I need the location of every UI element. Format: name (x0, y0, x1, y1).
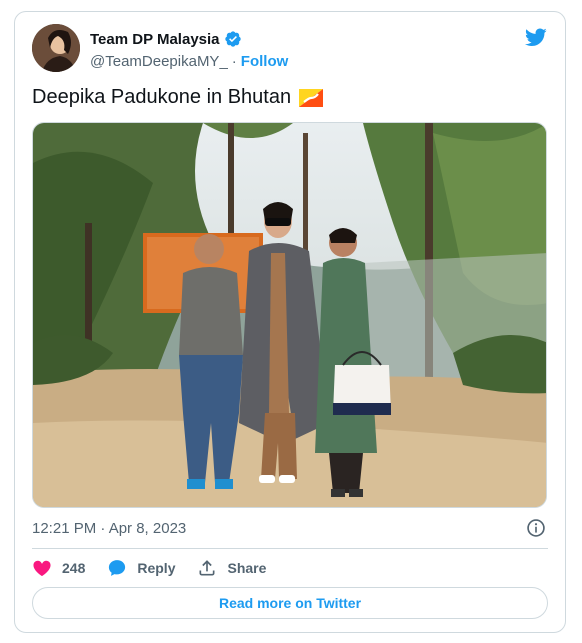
share-label: Share (227, 560, 267, 576)
tweet-timestamp[interactable]: 12:21 PM · Apr 8, 2023 (32, 520, 186, 537)
reply-bubble-icon (109, 560, 126, 576)
tweet-body: Deepika Padukone in Bhutan (32, 86, 292, 108)
bhutan-flag-icon (299, 88, 324, 107)
share-icon (199, 560, 215, 576)
follow-button[interactable]: Follow (241, 53, 289, 70)
tweet-photo[interactable] (32, 122, 547, 508)
divider (32, 548, 548, 549)
author-name[interactable]: Team DP Malaysia (90, 31, 220, 48)
tweet-header: Team DP Malaysia @TeamDeepikaMY_ · Follo… (32, 24, 548, 74)
share-button[interactable]: Share (197, 558, 266, 578)
tweet-meta: 12:21 PM · Apr 8, 2023 (32, 518, 548, 538)
twitter-bird-icon[interactable] (524, 26, 548, 48)
tweet-text: Deepika Padukone in Bhutan (32, 86, 324, 109)
reply-button[interactable]: Reply (107, 558, 175, 578)
read-more-button[interactable]: Read more on Twitter (32, 587, 548, 619)
verified-badge-icon (224, 30, 242, 48)
author-block: Team DP Malaysia @TeamDeepikaMY_ · Follo… (90, 29, 289, 71)
tweet-card: Team DP Malaysia @TeamDeepikaMY_ · Follo… (14, 11, 566, 633)
tweet-actions: 248 Reply Share (32, 556, 288, 580)
reply-label: Reply (137, 560, 176, 576)
info-icon[interactable] (526, 518, 546, 538)
like-button[interactable]: 248 (32, 558, 85, 578)
like-count: 248 (62, 560, 86, 576)
separator-dot: · (231, 53, 237, 70)
author-handle[interactable]: @TeamDeepikaMY_ (90, 53, 228, 70)
heart-icon (33, 560, 51, 577)
author-avatar[interactable] (32, 24, 80, 72)
